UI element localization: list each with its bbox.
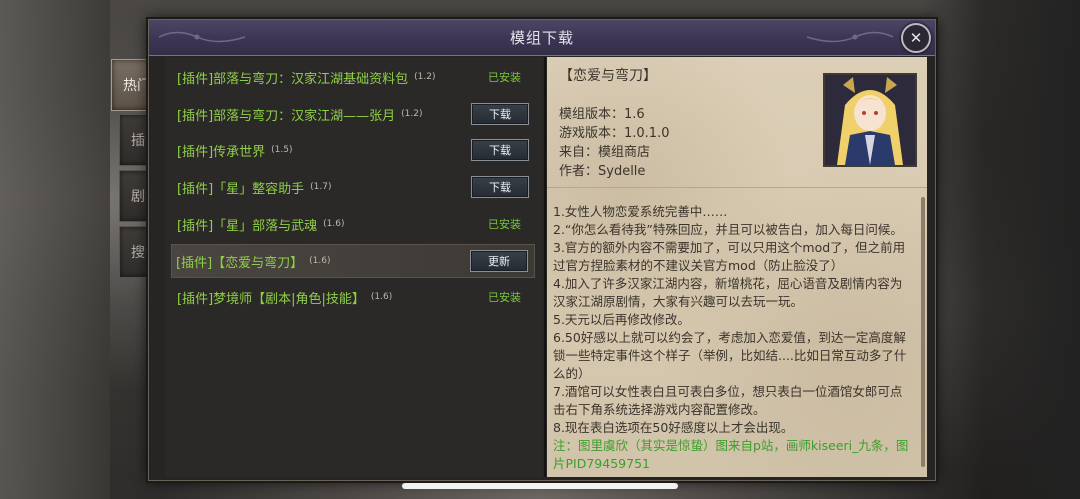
mod-detail-panel[interactable]: 【恋爱与弯刀】 模组版本：1.6 游戏版本：1.0.1.0 来自：模组商店 作者… [547, 57, 927, 477]
description-line: 4.加入了许多汉家江湖内容，新增桃花，屈心语音及剧情内容为汉家江湖原剧情，大家有… [553, 276, 903, 309]
description-line: 7.酒馆可以女性表白且可表白多位，想只表白一位酒馆女郎可点击右下角系统选择游戏内… [553, 384, 903, 417]
mod-list: [插件]部落与弯刀：汉家江湖基础资料包 (1.2) 已安装 [插件]部落与弯刀：… [165, 57, 543, 477]
mod-version: (1.6) [323, 219, 345, 229]
detail-title: 【恋爱与弯刀】 [559, 68, 657, 84]
character-portrait-icon [825, 75, 915, 165]
mod-version: (1.6) [309, 256, 331, 266]
mod-version: (1.2) [401, 109, 423, 119]
mod-name: [插件]【恋爱与弯刀】 [176, 255, 304, 271]
mod-name: [插件]部落与弯刀：汉家江湖——张月 [177, 108, 396, 124]
home-indicator[interactable] [402, 483, 678, 489]
mod-version-text: 模组版本：1.6 [559, 107, 645, 122]
mod-row[interactable]: [插件]「星」整容助手 (1.7) 下载 [173, 171, 535, 203]
download-button[interactable]: 下载 [471, 103, 529, 125]
download-button[interactable]: 下载 [471, 176, 529, 198]
mod-version: (1.2) [414, 72, 436, 82]
mod-name: [插件]「星」部落与武魂 [177, 218, 318, 234]
mod-row[interactable]: [插件]部落与弯刀：汉家江湖——张月 (1.2) 下载 [173, 98, 535, 130]
detail-header: 【恋爱与弯刀】 模组版本：1.6 游戏版本：1.0.1.0 来自：模组商店 作者… [547, 57, 927, 188]
mod-row[interactable]: [插件]「星」部落与武魂 (1.6) 已安装 [173, 208, 535, 240]
close-button[interactable]: ✕ [901, 23, 931, 53]
mod-name: [插件]传承世界 [177, 144, 266, 160]
ornament-icon [158, 31, 246, 43]
installed-label: 已安装 [488, 291, 521, 304]
mod-name: [插件]部落与弯刀：汉家江湖基础资料包 [177, 71, 409, 87]
mod-version: (1.5) [271, 145, 293, 155]
description-line: 3.官方的额外内容不需要加了，可以只用这个mod了，但之前用过官方捏脸素材的不建… [553, 240, 906, 273]
description-line: 1.女性人物恋爱系统完善中…… [553, 204, 728, 219]
mod-row[interactable]: [插件]传承世界 (1.5) 下载 [173, 134, 535, 166]
title-bar: 模组下载 ✕ [149, 20, 935, 56]
description-line: 5.天元以后再修改修改。 [553, 312, 690, 327]
mod-row[interactable]: [插件]梦境师【剧本|角色|技能】 (1.6) 已安装 [173, 281, 535, 313]
background-shade [920, 0, 1080, 499]
background-figure [0, 0, 110, 499]
mod-row-selected[interactable]: [插件]【恋爱与弯刀】 (1.6) 更新 [171, 244, 535, 278]
download-button[interactable]: 下载 [471, 139, 529, 161]
source-text: 来自：模组商店 [559, 145, 651, 160]
mod-name: [插件]梦境师【剧本|角色|技能】 [177, 291, 365, 307]
window-title: 模组下载 [509, 29, 574, 47]
close-icon: ✕ [909, 28, 923, 47]
installed-label: 已安装 [488, 218, 521, 231]
game-version-text: 游戏版本：1.0.1.0 [559, 126, 670, 141]
mod-row[interactable]: [插件]部落与弯刀：汉家江湖基础资料包 (1.2) 已安装 [173, 61, 535, 93]
credit-note: 注：图里虞欣（其实是惊蛰）图来自p站，画师kiseeri_九条，图片PID794… [553, 438, 909, 471]
update-button[interactable]: 更新 [470, 250, 528, 272]
mod-download-window: 模组下载 ✕ [插件]部落与弯刀：汉家江湖基础资料包 (1.2) 已安装 [插件… [148, 19, 936, 481]
description-line: 6.50好感以上就可以约会了，考虑加入恋爱值，到达一定高度解锁一些特定事件这个样… [553, 330, 907, 381]
description-line: 8.现在表白选项在50好感度以上才会出现。 [553, 420, 794, 435]
mod-version: (1.6) [370, 292, 393, 302]
mod-name: [插件]「星」整容助手 [177, 181, 305, 197]
mod-version: (1.7) [310, 182, 332, 192]
author-text: 作者：Sydelle [559, 164, 646, 179]
mod-description: 1.女性人物恋爱系统完善中…… 2.“你怎么看待我”特殊回应，并且可以被告白，加… [553, 203, 913, 473]
tab-label: 热门 [123, 78, 151, 94]
ornament-icon [806, 31, 894, 43]
mod-cover-image [823, 73, 917, 167]
description-line: 2.“你怎么看待我”特殊回应，并且可以被告白，加入每日问候。 [553, 222, 903, 237]
detail-scrollbar[interactable] [921, 197, 925, 467]
installed-label: 已安装 [488, 71, 521, 84]
panel-divider [544, 57, 546, 477]
